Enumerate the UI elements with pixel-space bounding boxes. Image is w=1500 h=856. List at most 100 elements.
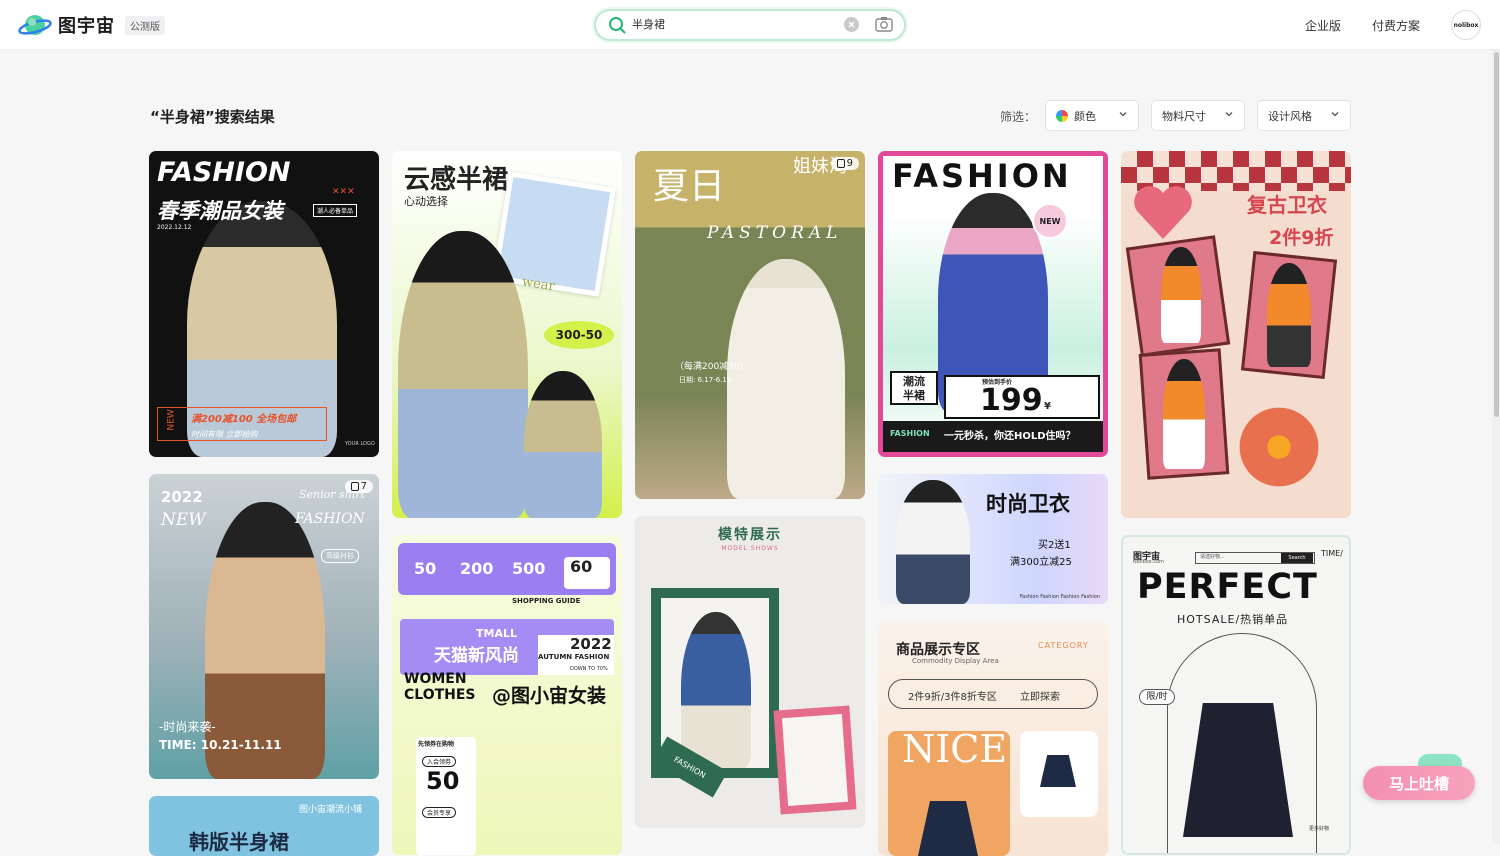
card-date: 日期: 6.17-6.19 [679,376,732,384]
result-card-perfect-hotsale[interactable]: 图宇宙 Nolibox.com 请选好物... Search TIME/ PER… [1121,535,1351,855]
filter-color-dropdown[interactable]: 颜色 [1045,100,1139,131]
card-subtitle: Commodity Display Area [912,657,999,665]
model-image-2 [1267,263,1311,367]
result-card-summer-pastoral[interactable]: 夏日 姐妹淘 PASTORAL （每满200减30） 日期: 6.17-6.19… [635,151,865,499]
cta-explore: 立即探索 [1020,692,1060,703]
search-bar[interactable] [594,9,906,41]
card-subtitle: 心动选择 [404,195,448,208]
filter-label: 筛选： [1000,110,1037,124]
results-title: “半身裙”搜索结果 [150,108,275,126]
tmall-label: TMALL [476,627,517,640]
scrollbar-thumb[interactable] [1494,52,1499,417]
filter-style-label: 设计风格 [1268,109,1312,123]
card-shop-name: 图小宙潮流小铺 [299,805,363,815]
nice-text: NICE [902,727,1008,771]
coupon-500: 500 [512,559,546,578]
banner-discount: DOWN TO 70% [570,666,608,672]
card-footer: Fashion Fashion Fashion Fashion [1019,594,1100,600]
card-new: NEW [161,510,206,530]
card-title-1: 夏日 [653,166,726,207]
pages-icon [350,482,359,491]
card-title: 韩版半身裙 [189,830,289,854]
avatar[interactable]: nolibox [1451,10,1481,40]
result-card-model-shows[interactable]: 模特展示 MODEL SHOWS FASHION [635,516,865,828]
card-right-2: FASHION [295,511,365,527]
result-card-commodity-display[interactable]: 商品展示专区 Commodity Display Area CATEGORY 2… [878,621,1108,856]
chevron-down-icon [1118,109,1128,122]
card-date: 2022.12.12 [157,224,192,231]
card-bottom-1: -时尚来袭- [159,720,216,734]
planet-logo-icon [18,12,52,38]
flower-icon [1233,401,1325,493]
coupon-enter: 入会领券 [422,756,457,767]
nav-enterprise-link[interactable]: 企业版 [1305,17,1341,34]
card-year: 2022 [161,488,203,506]
card-more: 更多好物 [1309,826,1330,832]
card-subtitle: HOTSALE/热销单品 [1177,613,1289,626]
banner-season: AUTUMN FASHION [538,653,610,661]
tag-box: 潮流 半裙 [890,371,938,405]
coupon-value: 50 [426,767,460,795]
result-card-tmall-fashion[interactable]: 50 200 500 60 SHOPPING GUIDE TMALL 天猫新风尚… [392,535,622,855]
small-photo [782,714,848,806]
card-title: FASHION [157,157,291,188]
shopping-guide: SHOPPING GUIDE [512,597,581,605]
filter-style-dropdown[interactable]: 设计风格 [1257,100,1351,131]
result-card-senior-shirt[interactable]: 2022 NEW Senior shirt FASHION 高级衬衫 -时尚来袭… [149,474,379,779]
search-input[interactable] [632,17,832,30]
filter-size-dropdown[interactable]: 物料尺寸 [1151,100,1245,131]
card-tag: 潮人必备单品 [313,204,358,217]
limited-badge: 限/时 [1139,689,1175,705]
model-image-1 [1161,247,1201,343]
result-card-fashion-spring[interactable]: FASHION 春季潮品女装 2022.12.12 潮人必备单品 ✕✕✕ NEW… [149,151,379,457]
cta-label: 2件9折/3件8折专区 [908,692,997,703]
chevron-down-icon [1224,109,1234,122]
card-promo: （每满200减30） [675,362,749,372]
model-image-small [524,371,602,518]
beta-badge: 公测版 [125,15,165,35]
cross-marks: ✕✕✕ [332,187,355,197]
model-image [727,259,845,499]
brand-label: @图小宙女装 [492,685,607,707]
price-unit: ¥ [1044,401,1051,412]
slogan-brand: FASHION [890,429,930,438]
card-subtitle: 春季潮品女装 [157,199,283,223]
result-card-cloud-skirt[interactable]: 云感半裙 心动选择 wear 300-50 [392,151,622,518]
feedback-button[interactable]: 马上吐槽 [1363,766,1475,800]
model-image [896,480,970,604]
logo[interactable]: 图宇宙 公测版 [18,12,165,38]
search-icon [608,16,626,38]
card-bottom-2: TIME: 10.21-11.11 [159,738,282,752]
nav-pricing-link[interactable]: 付费方案 [1372,17,1420,34]
result-card-fashion-199[interactable]: FASHION NEW 潮流 半裙 预估到手价 199 ¥ FASHION 一元… [878,151,1108,457]
clear-icon[interactable] [844,17,859,32]
card-title: 云感半裙 [404,165,509,195]
camera-icon[interactable] [875,16,893,36]
coupon-60: 60 [564,557,610,589]
clothes-label: CLOTHES [404,687,476,703]
card-title: 商品展示专区 [896,642,980,658]
result-card-retro-hoodie[interactable]: 复古卫衣 2件9折 [1121,151,1351,518]
result-card-hoodie[interactable]: 时尚卫衣 买2送1 满300立减25 Fashion Fashion Fashi… [878,474,1108,604]
card-promo-1: 满200减100 全场包邮 [191,414,297,425]
card-promo-1: 买2送1 [1038,540,1071,551]
card-tag: 高级衬衫 [321,549,359,563]
tag-line-1: 潮流 [903,375,925,388]
logo-text: 图宇宙 [58,16,115,37]
card-title: 模特展示 [718,527,782,543]
coupon-member: 会员专享 [422,807,457,818]
women-label: WOMEN [404,671,467,687]
model-image-3 [1163,359,1205,469]
card-time: TIME/ [1321,549,1343,558]
card-title: 时尚卫衣 [986,492,1070,516]
card-title: PERFECT [1137,567,1318,607]
coupon-card [416,737,476,855]
card-title: 复古卫衣 [1247,193,1327,217]
card-promo-2: 时间有限 立即抢购 [191,430,258,439]
card-subtitle: MODEL SHOWS [721,545,779,552]
model-image [681,612,751,768]
result-card-korean-skirt[interactable]: 图小宙潮流小铺 韩版半身裙 [149,796,379,856]
new-badge: NEW [1032,203,1068,239]
card-promo-2: 满300立减25 [1010,557,1072,568]
price-value: 199 [980,383,1043,418]
